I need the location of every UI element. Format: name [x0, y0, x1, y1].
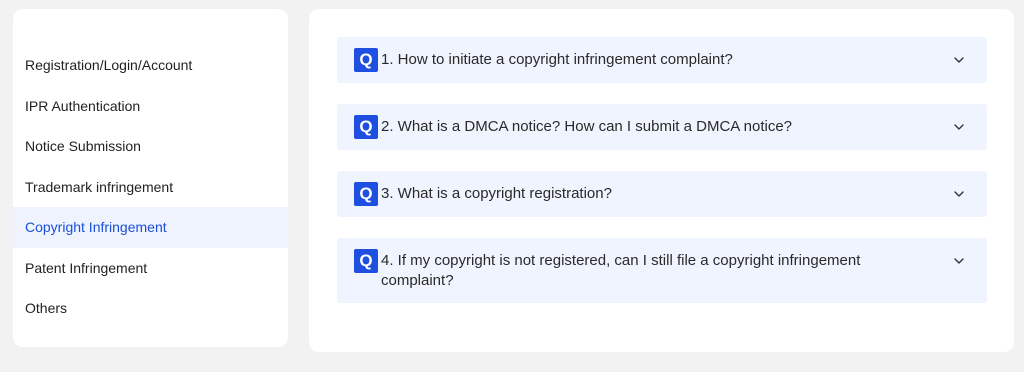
faq-question-text: 4. If my copyright is not registered, ca… — [381, 252, 861, 289]
category-sidebar: Registration/Login/Account IPR Authentic… — [13, 9, 288, 347]
q-badge-icon: Q — [354, 48, 378, 72]
faq-question-text: 1. How to initiate a copyright infringem… — [381, 51, 733, 68]
sidebar-item-others[interactable]: Others — [13, 288, 288, 329]
faq-item-4[interactable]: Q 4. If my copyright is not registered, … — [337, 238, 987, 303]
q-badge-icon: Q — [354, 182, 378, 206]
faq-question-text: 3. What is a copyright registration? — [381, 185, 612, 202]
faq-item-1[interactable]: Q 1. How to initiate a copyright infring… — [337, 37, 987, 83]
faq-question-text: 2. What is a DMCA notice? How can I subm… — [381, 118, 792, 135]
faq-item-2[interactable]: Q 2. What is a DMCA notice? How can I su… — [337, 104, 987, 150]
chevron-down-icon[interactable] — [953, 255, 965, 267]
sidebar-item-patent-infringement[interactable]: Patent Infringement — [13, 248, 288, 289]
sidebar-item-ipr-authentication[interactable]: IPR Authentication — [13, 86, 288, 127]
chevron-down-icon[interactable] — [953, 54, 965, 66]
q-badge-icon: Q — [354, 115, 378, 139]
sidebar-item-trademark-infringement[interactable]: Trademark infringement — [13, 167, 288, 208]
sidebar-item-registration-login-account[interactable]: Registration/Login/Account — [13, 45, 288, 86]
faq-panel: Q 1. How to initiate a copyright infring… — [309, 9, 1014, 352]
chevron-down-icon[interactable] — [953, 121, 965, 133]
sidebar-item-notice-submission[interactable]: Notice Submission — [13, 126, 288, 167]
q-badge-icon: Q — [354, 249, 378, 273]
faq-item-3[interactable]: Q 3. What is a copyright registration? — [337, 171, 987, 217]
category-list: Registration/Login/Account IPR Authentic… — [13, 45, 288, 329]
sidebar-item-copyright-infringement[interactable]: Copyright Infringement — [13, 207, 288, 248]
chevron-down-icon[interactable] — [953, 188, 965, 200]
